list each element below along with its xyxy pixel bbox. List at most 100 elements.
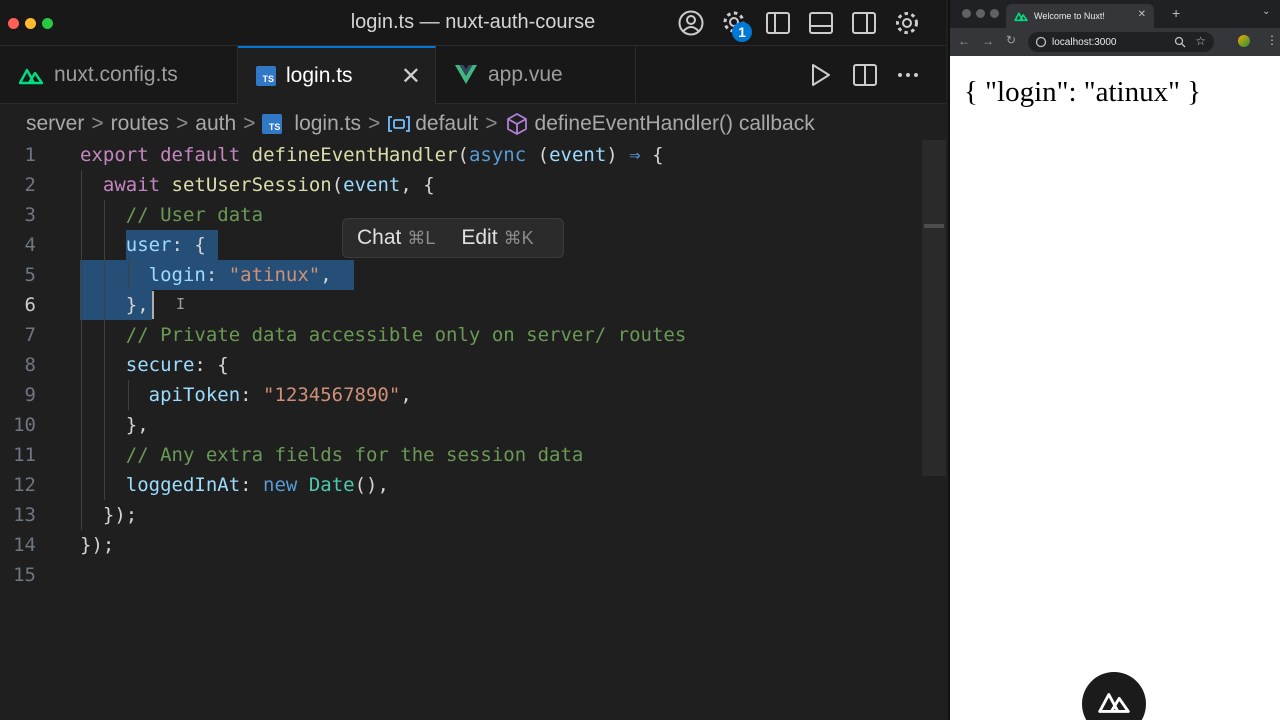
back-icon[interactable]: ←	[958, 34, 970, 48]
reload-icon[interactable]: ↻	[1006, 33, 1016, 47]
window-title: login.ts — nuxt-auth-course	[350, 11, 596, 33]
code-text: apiToken: "1234567890",	[148, 384, 412, 406]
vertical-scrollbar[interactable]	[922, 140, 946, 476]
code-area[interactable]: I 1 export default defineEventHandler(as…	[0, 140, 922, 610]
editor-tab-bar: nuxt.config.ts TS login.ts ✕ app.vue	[0, 46, 946, 104]
browser-toolbar: ← → ↻ localhost:3000 ☆ ⋮	[950, 28, 1280, 56]
tab-label: nuxt.config.ts	[54, 63, 178, 86]
url-text: localhost:3000	[1052, 36, 1117, 48]
breadcrumb-item-auth[interactable]: auth	[195, 112, 236, 136]
breadcrumb-item-default[interactable]: default	[415, 112, 478, 136]
code-text: // User data	[125, 204, 264, 226]
code-line: 1 export default defineEventHandler(asyn…	[0, 140, 922, 170]
update-badge: 1	[732, 22, 752, 42]
method-symbol-icon	[506, 113, 527, 135]
code-line: 8 secure: {	[0, 350, 922, 380]
tab-app-vue[interactable]: app.vue	[436, 46, 636, 104]
code-line: 7 // Private data accessible only on ser…	[0, 320, 922, 350]
code-text: login: "atinux",	[148, 264, 332, 286]
new-tab-icon[interactable]: +	[1172, 5, 1180, 21]
code-text: // Private data accessible only on serve…	[125, 324, 687, 346]
line-number: 13	[13, 504, 36, 526]
code-text: },	[80, 294, 149, 316]
more-actions-icon[interactable]	[894, 61, 922, 89]
line-number: 10	[13, 414, 36, 436]
code-line: 14 });	[0, 530, 922, 560]
line-number: 7	[24, 324, 36, 346]
minimize-window-button[interactable]	[976, 9, 985, 18]
zoom-icon[interactable]	[1174, 36, 1186, 48]
line-number: 5	[24, 264, 36, 286]
code-line: 13 });	[0, 500, 922, 530]
breadcrumb-separator: >	[91, 112, 104, 135]
account-icon[interactable]	[677, 9, 705, 37]
code-text: await setUserSession(event, {	[102, 174, 435, 196]
tab-search-icon[interactable]: ⌄	[1262, 6, 1270, 17]
close-window-button[interactable]	[962, 9, 971, 18]
code-line: 11 // Any extra fields for the session d…	[0, 440, 922, 470]
breadcrumb-separator: >	[485, 112, 498, 135]
zoom-window-button[interactable]	[990, 9, 999, 18]
line-number: 2	[24, 174, 36, 196]
code-line: 2 await setUserSession(event, {	[0, 170, 922, 200]
line-number: 14	[13, 534, 36, 556]
breadcrumb-item-routes[interactable]: routes	[111, 112, 169, 136]
toggle-sidebar-icon[interactable]	[764, 9, 792, 37]
toggle-secondary-sidebar-icon[interactable]	[850, 9, 878, 37]
nuxt-devtools-button[interactable]	[1082, 672, 1146, 720]
line-number: 11	[13, 444, 36, 466]
tab-login-ts[interactable]: TS login.ts ✕	[238, 46, 436, 104]
line-number: 6	[24, 294, 36, 316]
forward-icon[interactable]: →	[982, 34, 994, 48]
typescript-icon: TS	[256, 66, 276, 86]
breadcrumb-separator: >	[243, 112, 256, 135]
line-number: 8	[24, 354, 36, 376]
site-info-icon[interactable]	[1035, 36, 1047, 48]
code-text: });	[80, 504, 138, 526]
chat-action[interactable]: Chat ⌘L	[357, 226, 435, 250]
code-line: 12 loggedInAt: new Date(),	[0, 470, 922, 500]
tab-nuxt-config[interactable]: nuxt.config.ts	[0, 46, 238, 104]
variable-symbol-icon	[388, 116, 411, 132]
browser-tab-strip: Welcome to Nuxt! ✕ + ⌄	[950, 0, 1280, 28]
json-response-text: { "login": "atinux" }	[964, 76, 1202, 108]
line-number: 4	[24, 234, 36, 256]
close-icon[interactable]: ✕	[401, 62, 421, 91]
run-icon[interactable]	[806, 61, 834, 89]
code-editor-window: login.ts — nuxt-auth-course 1 nuxt.confi…	[0, 0, 946, 720]
breadcrumb-item-callback[interactable]: defineEventHandler() callback	[535, 112, 815, 136]
nuxt-icon	[1098, 693, 1130, 713]
tab-label: app.vue	[488, 63, 563, 86]
code-line: 5 login: "atinux",	[0, 260, 922, 290]
code-text: },	[80, 414, 149, 436]
breadcrumb-separator: >	[176, 112, 189, 135]
vue-icon	[454, 64, 478, 86]
code-line: 6 },	[0, 290, 922, 320]
code-text: // Any extra fields for the session data	[125, 444, 584, 466]
browser-menu-icon[interactable]: ⋮	[1266, 33, 1278, 47]
breadcrumb-item-server[interactable]: server	[26, 112, 84, 136]
code-text: });	[80, 534, 115, 556]
line-number: 1	[24, 144, 36, 166]
address-bar[interactable]: localhost:3000 ☆	[1028, 32, 1214, 52]
browser-window: Welcome to Nuxt! ✕ + ⌄ ← → ↻ localhost:3…	[948, 0, 1280, 720]
toggle-panel-icon[interactable]	[807, 9, 835, 37]
line-number: 12	[13, 474, 36, 496]
line-number: 3	[24, 204, 36, 226]
breadcrumb-separator: >	[367, 112, 381, 135]
bookmark-star-icon[interactable]: ☆	[1195, 34, 1206, 48]
breadcrumb-item-file[interactable]: login.ts	[294, 112, 361, 136]
nuxt-favicon-icon	[1014, 12, 1028, 22]
title-bar: login.ts — nuxt-auth-course 1	[0, 0, 946, 46]
line-number: 9	[24, 384, 36, 406]
browser-tab-title: Welcome to Nuxt!	[1034, 11, 1105, 21]
gear-icon[interactable]	[893, 9, 921, 37]
typescript-icon: TS	[262, 114, 283, 134]
browser-tab[interactable]: Welcome to Nuxt! ✕	[1006, 4, 1154, 28]
close-icon[interactable]: ✕	[1138, 9, 1146, 20]
edit-action[interactable]: Edit ⌘K	[461, 226, 533, 250]
breadcrumb: server > routes > auth > TS login.ts > d…	[26, 110, 815, 138]
extension-icon[interactable]	[1238, 35, 1250, 47]
split-editor-icon[interactable]	[851, 61, 879, 89]
scrollbar-thumb[interactable]	[924, 224, 944, 228]
